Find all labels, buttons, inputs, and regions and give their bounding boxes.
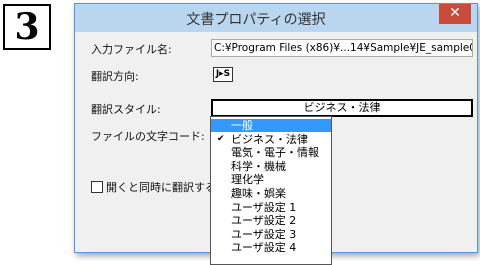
style-option-label: ユーザ設定 1 — [231, 200, 297, 214]
style-option[interactable]: ✔ ビジネス・法律 — [211, 133, 331, 146]
style-option-label: 一般 — [231, 119, 253, 132]
style-option[interactable]: 科学・機械 — [211, 160, 331, 173]
direction-label: 翻訳方向: — [91, 70, 139, 83]
style-option-label: 趣味・娯楽 — [231, 187, 286, 200]
style-option-label: 理化学 — [231, 173, 264, 187]
translate-on-open-checkbox[interactable] — [91, 181, 103, 193]
step-number-badge: 3 — [3, 4, 51, 50]
style-option-label: ユーザ設定 4 — [231, 241, 297, 255]
translation-style-select[interactable]: ビジネス・法律 — [211, 99, 473, 117]
style-option[interactable]: ユーザ設定 3 — [211, 228, 331, 241]
dialog-title: 文書プロパティの選択 — [186, 12, 326, 28]
translate-on-open-label: 開くと同時に翻訳する — [106, 181, 216, 194]
style-option[interactable]: 一般 — [211, 119, 331, 132]
style-label: 翻訳スタイル: — [91, 103, 161, 116]
style-option-label: ビジネス・法律 — [231, 132, 308, 146]
translation-style-dropdown-list: 一般 ✔ ビジネス・法律 電気・電子・情報 科学・機械 理化学 趣味・娯楽 ユーザ設定 1 ユー… — [210, 116, 332, 265]
input-file-label: 入力ファイル名: — [91, 43, 172, 56]
input-file-path-field[interactable]: C:¥Program Files (x86)¥...14¥Sample¥JE_s… — [211, 39, 473, 57]
close-button[interactable]: ✕ — [439, 4, 471, 24]
style-option[interactable]: ユーザ設定 2 — [211, 214, 331, 227]
style-option-label: ユーザ設定 3 — [231, 227, 297, 241]
style-option-label: 電気・電子・情報 — [231, 146, 319, 160]
close-icon: ✕ — [449, 5, 461, 21]
style-option[interactable]: 電気・電子・情報 — [211, 146, 331, 159]
checkmark-icon: ✔ — [217, 133, 225, 144]
style-option[interactable]: ユーザ設定 4 — [211, 241, 331, 254]
style-option-label: ユーザ設定 2 — [231, 214, 297, 228]
style-option-label: 科学・機械 — [231, 159, 286, 173]
style-option[interactable]: 理化学 — [211, 173, 331, 186]
translation-direction-button[interactable]: J▸S — [213, 67, 233, 82]
style-option[interactable]: 趣味・娯楽 — [211, 187, 331, 200]
dialog-titlebar: 文書プロパティの選択 ✕ — [75, 4, 477, 32]
charset-label: ファイルの文字コード: — [91, 130, 205, 143]
style-option[interactable]: ユーザ設定 1 — [211, 201, 331, 214]
